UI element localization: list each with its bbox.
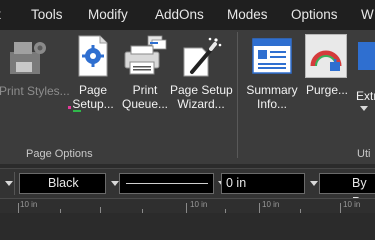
ruler-label: 10 in — [262, 200, 280, 209]
thickness-input[interactable]: 0 in — [221, 173, 305, 194]
menu-bar: t Tools Modify AddOns Modes Options W — [0, 0, 375, 30]
page-setup-wizard-icon — [183, 37, 222, 77]
menu-addons[interactable]: AddOns — [155, 7, 204, 22]
ruler-tick — [259, 203, 260, 213]
ribbon: Print Styles... Page Setup... Print Queu… — [0, 30, 375, 164]
page-setup-button[interactable]: Page Setup... — [68, 30, 118, 130]
thickness-dropdown-arrow[interactable] — [310, 181, 318, 186]
group-label-utilities: Uti — [357, 148, 371, 160]
page-setup-label-2: Setup... — [72, 97, 114, 111]
printer-gear-icon — [10, 42, 46, 74]
extract-icon — [358, 42, 375, 70]
property-bar: Black 0 in By P — [0, 168, 375, 209]
print-styles-label: Print Styles... — [0, 84, 70, 98]
focus-marker — [73, 110, 81, 112]
ruler-tick — [142, 209, 143, 213]
print-queue-button[interactable]: Print Queue... — [118, 30, 172, 130]
divider — [14, 172, 15, 195]
chevron-down-icon[interactable] — [5, 181, 13, 186]
menu-modes[interactable]: Modes — [227, 7, 268, 22]
page-setup-label-1: Page — [78, 83, 108, 97]
ruler-tick — [100, 207, 101, 213]
extract-button[interactable]: Extr — [352, 30, 375, 130]
menu-modify[interactable]: Modify — [88, 7, 128, 22]
ruler-label: 10 in — [190, 200, 208, 209]
page-setup-icon — [78, 35, 108, 77]
group-separator — [237, 32, 238, 158]
color-select[interactable]: Black — [19, 173, 106, 194]
by-layer-select[interactable]: By P — [319, 173, 375, 209]
ruler-tick — [186, 203, 187, 213]
focus-marker — [68, 106, 71, 109]
page-setup-wizard-label-1: Page Setup — [170, 83, 233, 97]
summary-info-label-2: Info... — [256, 97, 288, 111]
ruler-tick — [60, 209, 61, 213]
ruler-label: 10 in — [343, 200, 361, 209]
summary-info-icon — [252, 38, 292, 74]
extract-label: Extr — [356, 89, 375, 103]
menu-tools[interactable]: Tools — [31, 7, 63, 22]
page-setup-wizard-label-2: Wizard... — [177, 97, 225, 111]
menu-item-partial[interactable]: t — [0, 7, 1, 22]
line-style-select[interactable] — [119, 173, 214, 194]
color-select-value: Black — [48, 176, 79, 190]
print-queue-label-2: Queue... — [121, 97, 169, 111]
purge-label: Purge... — [305, 83, 349, 97]
menu-options[interactable]: Options — [291, 7, 338, 22]
color-dropdown-arrow[interactable] — [111, 181, 119, 186]
menu-window[interactable]: W — [361, 7, 374, 22]
chevron-down-icon — [360, 106, 368, 111]
purge-icon — [310, 50, 342, 71]
print-styles-button[interactable]: Print Styles... — [0, 30, 70, 130]
ruler-tick — [340, 203, 341, 213]
print-queue-icon — [124, 35, 167, 75]
summary-info-label-1: Summary — [246, 83, 298, 97]
ruler-tick — [300, 209, 301, 213]
group-label-page-options: Page Options — [26, 148, 93, 160]
page-setup-wizard-button[interactable]: Page Setup Wizard... — [170, 30, 233, 130]
ruler-label: 10 in — [20, 200, 38, 209]
purge-button[interactable]: Purge... — [302, 30, 352, 130]
thickness-value: 0 in — [226, 176, 247, 190]
ruler-tick — [18, 203, 19, 213]
print-queue-label-1: Print — [132, 83, 158, 97]
line-style-preview — [126, 183, 208, 184]
ruler-tick — [225, 209, 226, 213]
summary-info-button[interactable]: Summary Info... — [242, 30, 302, 130]
ruler: 10 in 10 in 10 in 10 in — [0, 198, 375, 213]
